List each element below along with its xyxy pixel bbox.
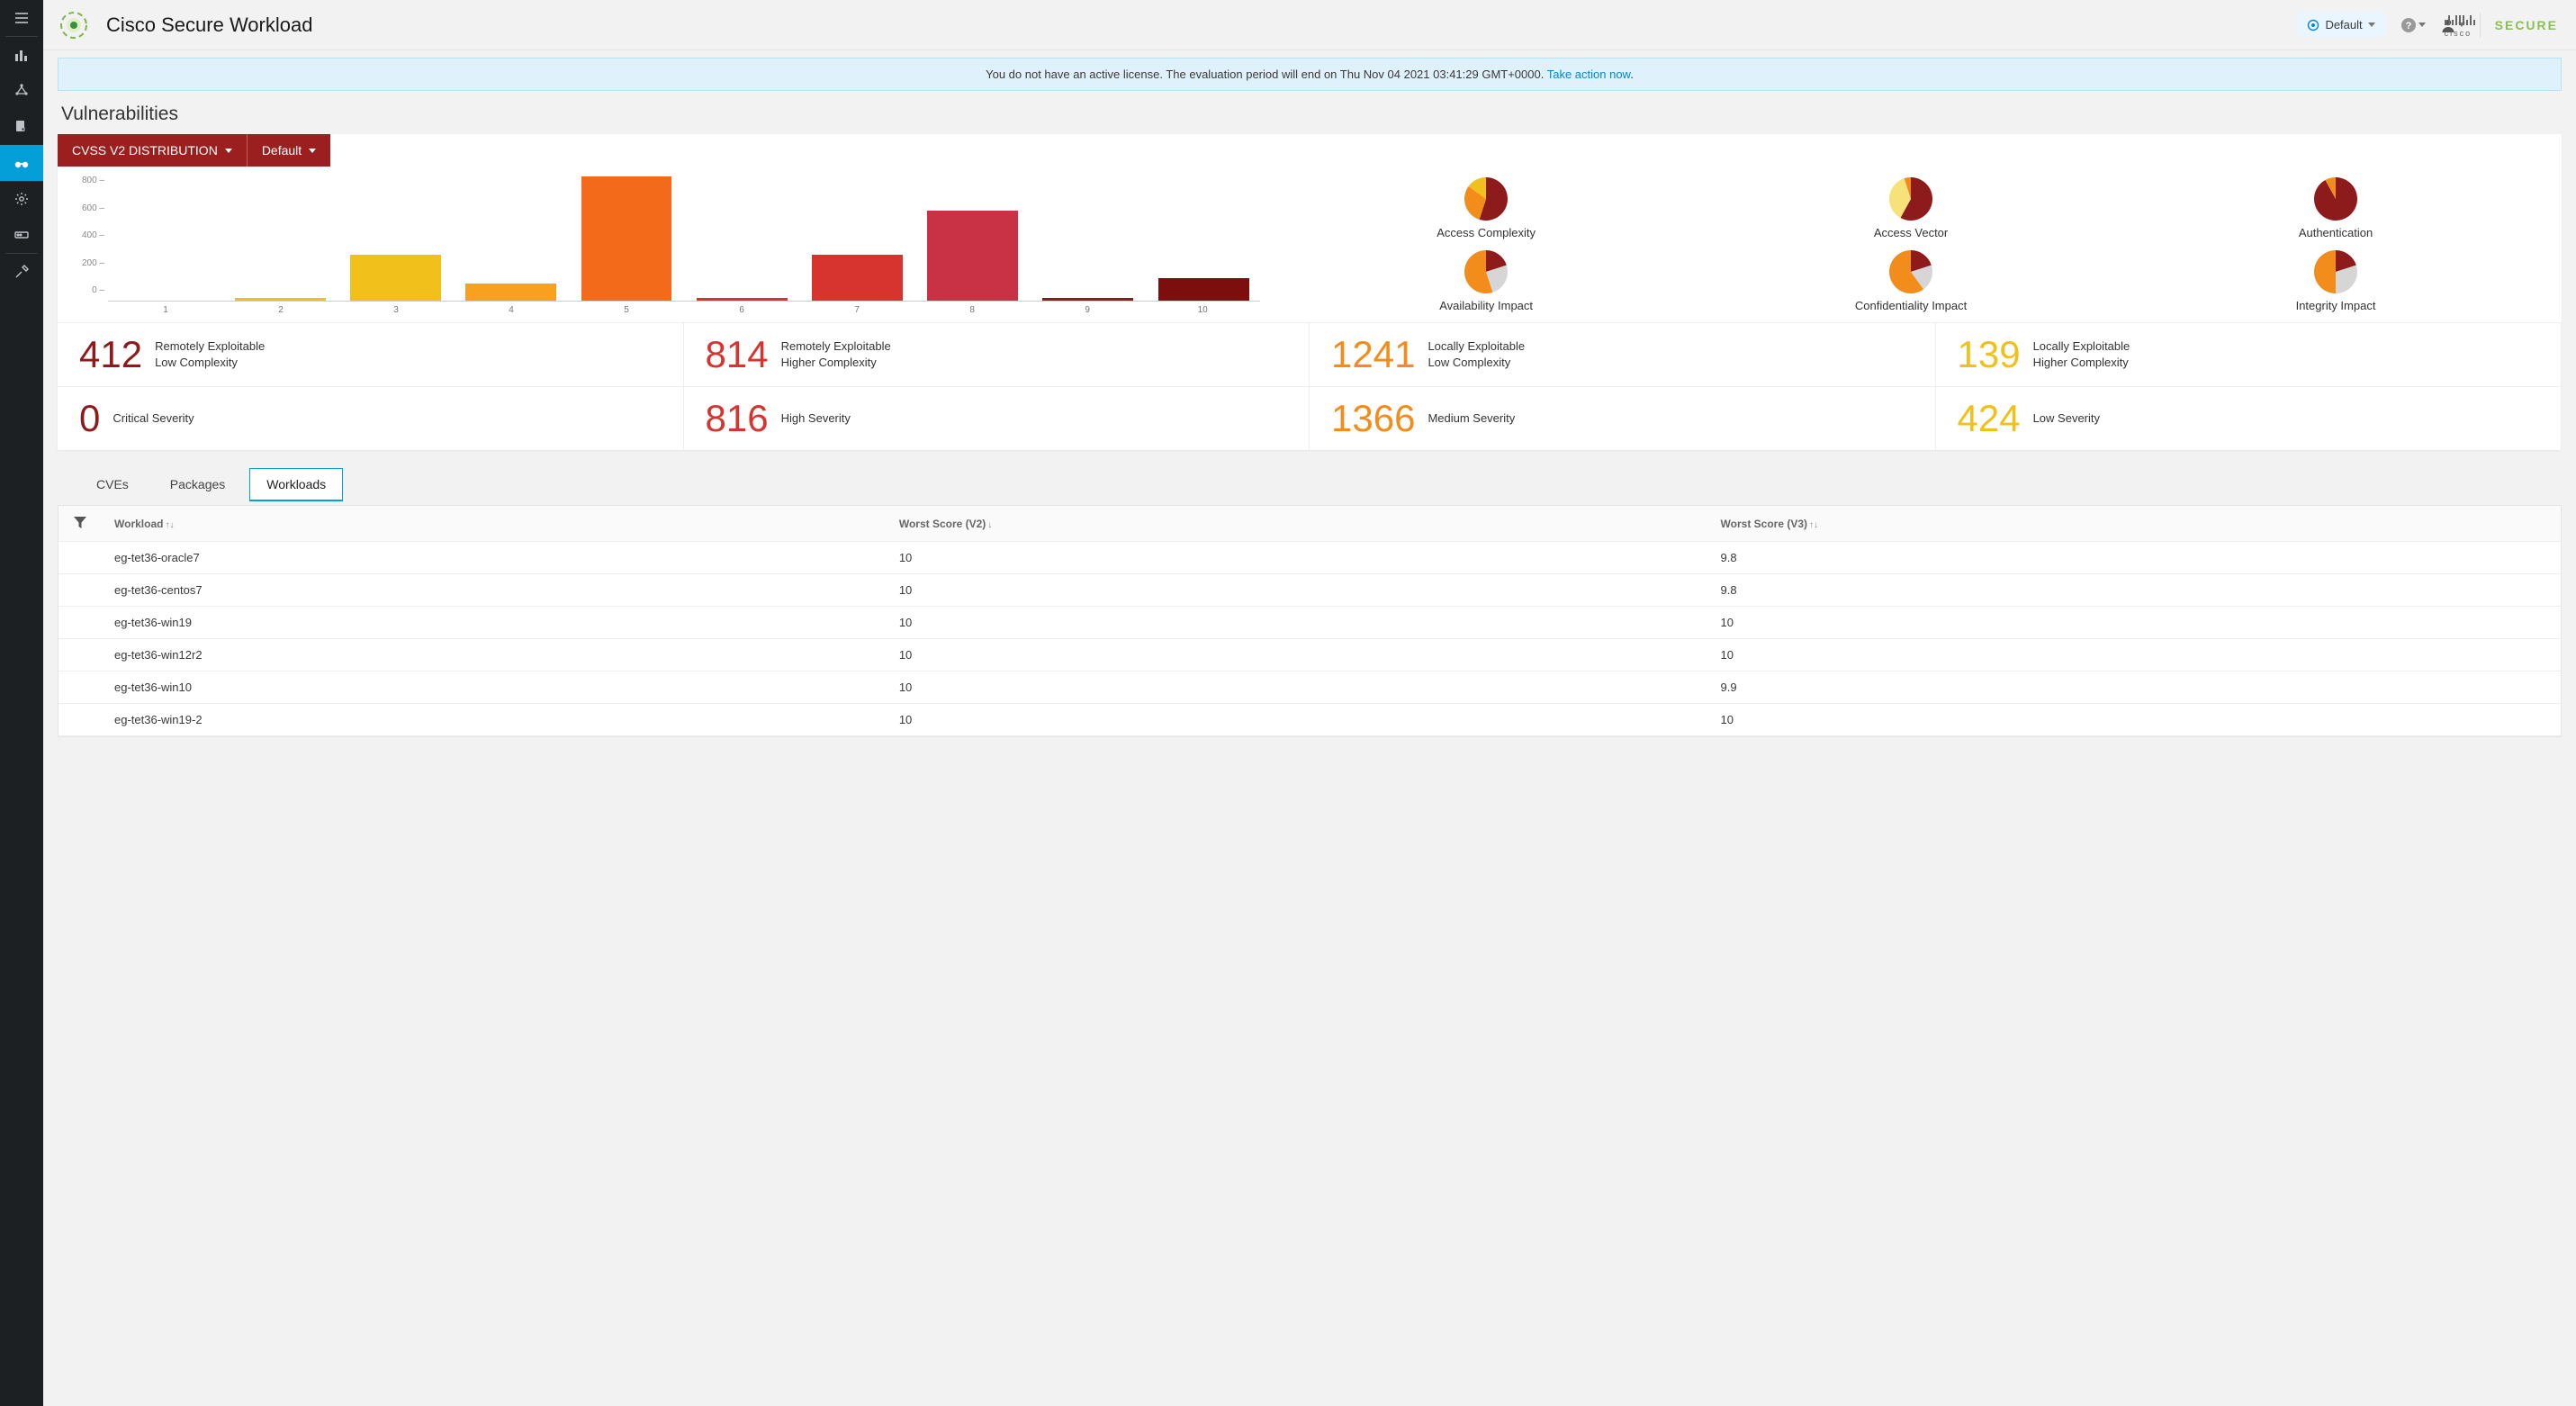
bar-6[interactable] xyxy=(685,298,798,301)
stat-grid: 412Remotely ExploitableLow Complexity814… xyxy=(58,322,2562,450)
license-text: You do not have an active license. The e… xyxy=(986,68,1547,81)
cvss-bar-chart: 8006004002000 12345678910 xyxy=(76,176,1260,315)
table-row[interactable]: eg-tet36-win19-21010 xyxy=(59,704,2561,736)
pie-integrity-impact[interactable]: Integrity Impact xyxy=(2128,248,2544,316)
left-nav xyxy=(0,0,43,1406)
nav-binoculars[interactable] xyxy=(0,145,43,181)
scope-icon xyxy=(2307,19,2319,32)
scope-label: Default xyxy=(2325,18,2362,32)
col-worst-v2[interactable]: Worst Score (V2)↓ xyxy=(887,506,1708,542)
stat-cell: 1241Locally ExploitableLow Complexity xyxy=(1310,322,1936,386)
bar-2[interactable] xyxy=(223,298,337,301)
stat-cell: 814Remotely ExploitableHigher Complexity xyxy=(684,322,1311,386)
nav-tools[interactable] xyxy=(0,254,43,290)
col-worst-v3[interactable]: Worst Score (V3)↑↓ xyxy=(1708,506,2561,542)
stat-cell: 139Locally ExploitableHigher Complexity xyxy=(1936,322,2562,386)
vuln-panel: CVSS V2 DISTRIBUTION Default 80060040020… xyxy=(58,134,2562,450)
workload-table: Workload↑↓ Worst Score (V2)↓ Worst Score… xyxy=(58,505,2562,737)
caret-down-icon xyxy=(2418,23,2426,27)
divider xyxy=(2480,13,2481,38)
nav-settings[interactable] xyxy=(0,181,43,217)
pie-access-vector[interactable]: Access Vector xyxy=(1703,176,2119,243)
bar-4[interactable] xyxy=(455,284,568,301)
pie-availability-impact[interactable]: Availability Impact xyxy=(1278,248,1694,316)
nav-server[interactable] xyxy=(0,217,43,253)
nav-topology[interactable] xyxy=(0,73,43,109)
table-row[interactable]: eg-tet36-win12r21010 xyxy=(59,639,2561,671)
table-row[interactable]: eg-tet36-oracle7109.8 xyxy=(59,542,2561,574)
nav-dashboard[interactable] xyxy=(0,37,43,73)
col-workload[interactable]: Workload↑↓ xyxy=(102,506,887,542)
tab-packages[interactable]: Packages xyxy=(153,468,242,501)
cisco-secure-brand: cisco SECURE xyxy=(2495,18,2558,32)
distribution-scope-dropdown[interactable]: Default xyxy=(247,134,330,167)
help-icon: ? xyxy=(2400,17,2417,33)
license-banner: You do not have an active license. The e… xyxy=(58,58,2562,91)
stat-cell: 1366Medium Severity xyxy=(1310,386,1936,450)
table-row[interactable]: eg-tet36-win10109.9 xyxy=(59,671,2561,704)
distribution-metric-dropdown[interactable]: CVSS V2 DISTRIBUTION xyxy=(58,134,247,167)
page-title: Vulnerabilities xyxy=(43,91,2576,134)
pie-grid: Access ComplexityAccess VectorAuthentica… xyxy=(1278,176,2544,315)
pie-authentication[interactable]: Authentication xyxy=(2128,176,2544,243)
filter-button[interactable] xyxy=(59,506,102,542)
stat-cell: 0Critical Severity xyxy=(58,386,684,450)
stat-cell: 412Remotely ExploitableLow Complexity xyxy=(58,322,684,386)
sort-desc-icon: ↓ xyxy=(987,520,992,530)
svg-text:?: ? xyxy=(2405,21,2411,32)
table-row[interactable]: eg-tet36-centos7109.8 xyxy=(59,574,2561,607)
pie-confidentiality-impact[interactable]: Confidentiality Impact xyxy=(1703,248,2119,316)
top-bar: Cisco Secure Workload Default ? cisco SE… xyxy=(43,0,2576,50)
sort-both-icon: ↑↓ xyxy=(165,520,174,530)
help-menu[interactable]: ? xyxy=(2400,17,2426,33)
table-row[interactable]: eg-tet36-win191010 xyxy=(59,607,2561,639)
cisco-bars-icon xyxy=(2445,15,2475,25)
bar-8[interactable] xyxy=(916,211,1030,301)
stat-cell: 816High Severity xyxy=(684,386,1311,450)
distribution-selector: CVSS V2 DISTRIBUTION Default xyxy=(58,134,330,167)
tab-cves[interactable]: CVEs xyxy=(79,468,146,501)
stat-cell: 424Low Severity xyxy=(1936,386,2562,450)
result-tabs: CVEs Packages Workloads xyxy=(58,461,2562,501)
pie-access-complexity[interactable]: Access Complexity xyxy=(1278,176,1694,243)
bar-9[interactable] xyxy=(1031,298,1145,301)
sort-both-icon: ↑↓ xyxy=(1809,520,1818,530)
product-title: Cisco Secure Workload xyxy=(106,14,312,37)
bar-10[interactable] xyxy=(1147,278,1260,301)
tab-workloads[interactable]: Workloads xyxy=(249,468,343,501)
bar-7[interactable] xyxy=(800,255,914,301)
brand-logo-icon xyxy=(59,11,88,40)
scope-selector[interactable]: Default xyxy=(2296,13,2385,37)
caret-down-icon xyxy=(225,149,232,153)
nav-hamburger[interactable] xyxy=(0,0,43,36)
bar-3[interactable] xyxy=(338,255,452,301)
filter-icon xyxy=(73,515,87,529)
caret-down-icon xyxy=(309,149,316,153)
caret-down-icon xyxy=(2368,23,2375,27)
license-action-link[interactable]: Take action now xyxy=(1547,68,1631,81)
bar-5[interactable] xyxy=(570,176,683,301)
nav-policy[interactable] xyxy=(0,109,43,145)
